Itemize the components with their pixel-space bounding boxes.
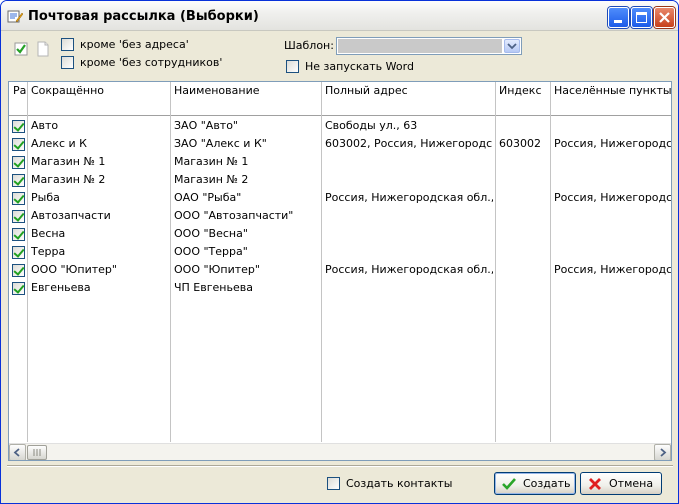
table-row[interactable]: Евгеньева ЧП Евгеньева bbox=[9, 279, 671, 297]
maximize-button[interactable] bbox=[631, 7, 652, 28]
row-select-checkbox[interactable] bbox=[12, 264, 25, 277]
column-header-short[interactable]: Сокращённо bbox=[27, 82, 170, 116]
table-row[interactable]: Весна ООО "Весна" bbox=[9, 225, 671, 243]
no-staff-checkbox[interactable] bbox=[61, 56, 74, 69]
row-select-checkbox[interactable] bbox=[12, 210, 25, 223]
row-select-checkbox[interactable] bbox=[12, 282, 25, 295]
table-row[interactable]: Магазин № 2 Магазин № 2 bbox=[9, 171, 671, 189]
scroll-right-button[interactable] bbox=[654, 444, 671, 460]
cell-name: ЧП Евгеньева bbox=[174, 281, 253, 294]
cell-short: Автозапчасти bbox=[31, 209, 111, 222]
mailing-app-icon bbox=[7, 10, 23, 23]
arrow-left-icon bbox=[13, 448, 20, 457]
window-body: кроме 'без адреса' кроме 'без сотруднико… bbox=[4, 31, 676, 501]
table-row[interactable]: ООО "Юпитер" ООО "Юпитер" Россия, Нижегоро… bbox=[9, 261, 671, 279]
cell-name: Магазин № 1 bbox=[174, 155, 249, 168]
create-button-label: Создать bbox=[523, 477, 571, 490]
cell-city: Россия, Нижегородская bbox=[554, 191, 671, 204]
cell-name: ЗАО "Авто" bbox=[174, 119, 238, 132]
no-word-label: Не запускать Word bbox=[305, 60, 414, 73]
scroll-thumb[interactable] bbox=[27, 445, 47, 460]
mailing-window: Почтовая рассылка (Выборки) кроме 'без а… bbox=[0, 0, 679, 504]
column-header-city[interactable]: Населённые пункты bbox=[550, 82, 671, 116]
close-icon bbox=[659, 12, 670, 23]
cell-short: Евгеньева bbox=[31, 281, 91, 294]
table-row[interactable]: Авто ЗАО "Авто" Свободы ул., 63 bbox=[9, 117, 671, 135]
check-all-icon[interactable] bbox=[13, 41, 29, 57]
column-header-index[interactable]: Индекс bbox=[495, 82, 550, 116]
table-row[interactable]: Автозапчасти ООО "Автозапчасти" bbox=[9, 207, 671, 225]
create-contacts-checkbox[interactable] bbox=[327, 477, 340, 490]
cell-short: Терра bbox=[31, 245, 66, 258]
maximize-icon bbox=[636, 12, 647, 23]
horizontal-scrollbar[interactable] bbox=[9, 443, 671, 460]
cell-city: Россия, Нижегородская bbox=[554, 137, 671, 150]
table-row[interactable]: Рыба ОАО "Рыба" Россия, Нижегородская обл.… bbox=[9, 189, 671, 207]
arrow-right-icon bbox=[660, 448, 667, 457]
cell-short: Авто bbox=[31, 119, 59, 132]
selection-grid: Ра Сокращённо Наименование Полный адрес … bbox=[8, 81, 672, 461]
cell-short: Алекс и К bbox=[31, 137, 87, 150]
cell-address: Свободы ул., 63 bbox=[325, 119, 418, 132]
grip-icon bbox=[33, 449, 41, 456]
row-select-checkbox[interactable] bbox=[12, 120, 25, 133]
cell-name: ЗАО "Алекс и К" bbox=[174, 137, 267, 150]
window-title: Почтовая рассылка (Выборки) bbox=[28, 9, 259, 24]
column-header-address[interactable]: Полный адрес bbox=[321, 82, 495, 116]
cell-short: Рыба bbox=[31, 191, 60, 204]
no-address-label: кроме 'без адреса' bbox=[80, 38, 189, 51]
cell-name: ООО "Автозапчасти" bbox=[174, 209, 294, 222]
minimize-icon bbox=[614, 20, 622, 23]
column-header-select[interactable]: Ра bbox=[9, 82, 27, 116]
table-row[interactable]: Алекс и К ЗАО "Алекс и К" 603002, Россия, … bbox=[9, 135, 671, 153]
row-select-checkbox[interactable] bbox=[12, 156, 25, 169]
cell-name: ООО "Терра" bbox=[174, 245, 248, 258]
no-staff-label: кроме 'без сотрудников' bbox=[80, 56, 223, 69]
cell-name: ООО "Весна" bbox=[174, 227, 248, 240]
minimize-button[interactable] bbox=[608, 7, 629, 28]
chevron-down-icon bbox=[507, 43, 517, 50]
cell-address: Россия, Нижегородская обл., Нижний bbox=[325, 263, 493, 276]
row-select-checkbox[interactable] bbox=[12, 192, 25, 205]
checkmark-icon bbox=[502, 478, 516, 490]
no-word-checkbox[interactable] bbox=[286, 60, 299, 73]
table-row[interactable]: Магазин № 1 Магазин № 1 bbox=[9, 153, 671, 171]
cell-short: Магазин № 2 bbox=[31, 173, 106, 186]
cell-city: Россия, Нижегородская bbox=[554, 263, 671, 276]
cancel-button-label: Отмена bbox=[609, 477, 654, 490]
no-address-checkbox[interactable] bbox=[61, 38, 74, 51]
cell-index: 603002 bbox=[499, 137, 541, 150]
row-select-checkbox[interactable] bbox=[12, 138, 25, 151]
footer-separator bbox=[7, 465, 673, 467]
template-dropdown-button[interactable] bbox=[504, 39, 520, 53]
template-combobox[interactable] bbox=[336, 37, 522, 55]
cell-name: ОАО "Рыба" bbox=[174, 191, 242, 204]
row-select-checkbox[interactable] bbox=[12, 228, 25, 241]
cancel-button[interactable]: Отмена bbox=[580, 472, 662, 495]
cell-name: Магазин № 2 bbox=[174, 173, 249, 186]
template-label: Шаблон: bbox=[284, 39, 334, 52]
create-contacts-label: Создать контакты bbox=[346, 477, 453, 490]
document-icon[interactable] bbox=[35, 41, 51, 57]
cell-short: Магазин № 1 bbox=[31, 155, 106, 168]
cell-address: Россия, Нижегородская обл., Арзамас bbox=[325, 191, 493, 204]
template-value bbox=[338, 39, 502, 53]
create-button[interactable]: Создать bbox=[494, 472, 576, 495]
cell-name: ООО "Юпитер" bbox=[174, 263, 260, 276]
scroll-left-button[interactable] bbox=[9, 444, 26, 460]
close-button[interactable] bbox=[654, 7, 675, 28]
cell-short: ООО "Юпитер" bbox=[31, 263, 117, 276]
cancel-x-icon bbox=[589, 478, 601, 490]
cell-short: Весна bbox=[31, 227, 66, 240]
column-header-name[interactable]: Наименование bbox=[170, 82, 321, 116]
grid-header: Ра Сокращённо Наименование Полный адрес … bbox=[9, 82, 671, 116]
row-select-checkbox[interactable] bbox=[12, 174, 25, 187]
cell-address: 603002, Россия, Нижегородская обл. bbox=[325, 137, 493, 150]
table-row[interactable]: Терра ООО "Терра" bbox=[9, 243, 671, 261]
row-select-checkbox[interactable] bbox=[12, 246, 25, 259]
title-bar[interactable]: Почтовая рассылка (Выборки) bbox=[1, 1, 678, 31]
